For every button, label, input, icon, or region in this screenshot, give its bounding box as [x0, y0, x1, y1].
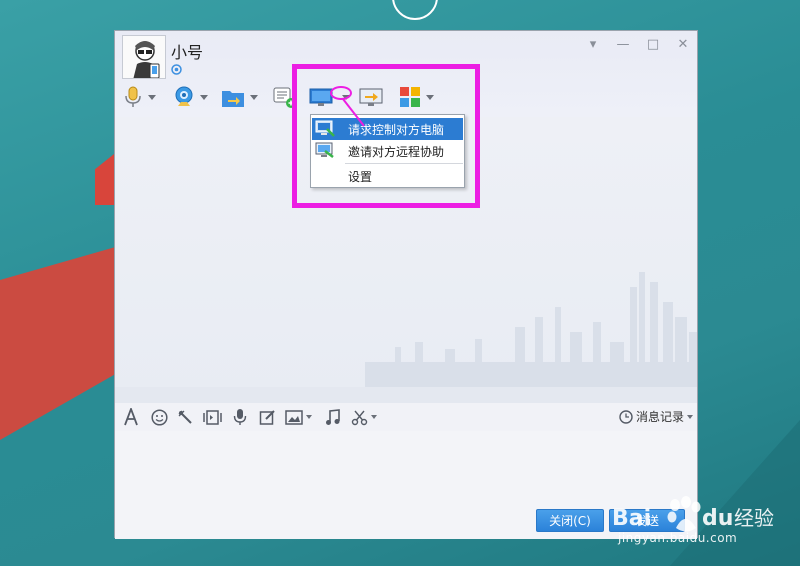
contact-name: 小号: [171, 43, 204, 62]
nudge-icon: [178, 410, 192, 424]
image-button[interactable]: [285, 408, 312, 426]
highlight-box: [292, 64, 480, 208]
voice-call-icon: [125, 86, 141, 107]
svg-text:du: du: [702, 506, 733, 531]
avatar[interactable]: [122, 35, 166, 79]
voice-call-button[interactable]: [123, 83, 156, 111]
watermark-url: jingyan.baidu.com: [618, 531, 738, 545]
font-button[interactable]: [123, 408, 139, 426]
baidu-jingyan-watermark: Bai du 经验: [612, 496, 774, 532]
input-toolbar: 消息记录: [115, 403, 697, 431]
desktop-circle: [392, 0, 438, 20]
file-transfer-icon: [222, 91, 244, 107]
file-transfer-button[interactable]: [221, 83, 258, 111]
music-button[interactable]: [325, 408, 340, 426]
maximize-button[interactable]: □: [645, 37, 661, 53]
edit-icon: [259, 409, 275, 425]
gif-icon: [203, 409, 222, 425]
video-call-button[interactable]: [173, 83, 208, 111]
svg-text:Bai: Bai: [612, 506, 651, 531]
close-window-button[interactable]: ✕: [675, 37, 691, 53]
image-icon: [285, 409, 303, 425]
screenshot-icon: [351, 410, 368, 425]
emoji-button[interactable]: [151, 408, 168, 426]
screenshot-button[interactable]: [351, 408, 377, 426]
edit-button[interactable]: [259, 408, 276, 426]
phone-online-icon: [171, 64, 182, 75]
emoji-icon: [151, 408, 168, 426]
voice-message-button[interactable]: [233, 408, 247, 426]
window-menu-button[interactable]: ▾: [585, 37, 601, 53]
message-history-button[interactable]: 消息记录: [619, 408, 693, 425]
video-call-icon: [175, 86, 193, 106]
minimize-button[interactable]: —: [615, 37, 631, 53]
highlight-pointer: [342, 98, 365, 127]
svg-text:经验: 经验: [734, 506, 774, 530]
close-button[interactable]: 关闭(C): [536, 509, 604, 532]
message-history-label: 消息记录: [635, 410, 684, 424]
music-icon: [326, 408, 340, 425]
clock-icon: [619, 409, 633, 424]
font-icon: [124, 408, 138, 426]
nudge-button[interactable]: [177, 408, 194, 426]
gif-button[interactable]: [203, 408, 222, 426]
voice-message-icon: [233, 409, 247, 425]
